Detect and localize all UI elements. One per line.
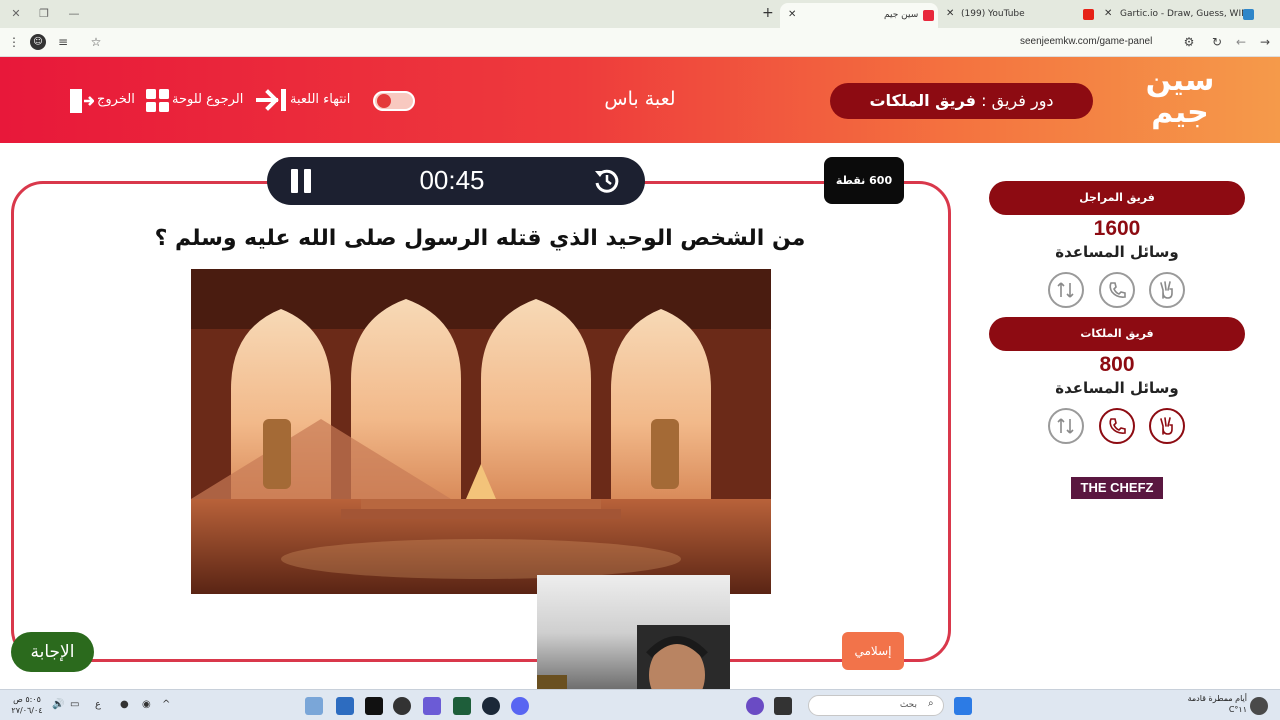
back-icon[interactable]: → <box>1257 34 1273 50</box>
phone-icon[interactable] <box>1099 272 1135 308</box>
taskbar-clock[interactable]: ٥:٠٥ ص ٢٧/٠٦/٠٤ <box>10 694 44 716</box>
weather-icon <box>1250 697 1268 715</box>
back-to-board-button[interactable]: الرجوع للوحة <box>172 85 243 115</box>
reading-list-icon[interactable]: ≡ <box>55 34 71 50</box>
category-badge: إسلامي <box>842 632 904 670</box>
steam-icon[interactable] <box>482 697 500 715</box>
windows-taskbar: ٥:٠٥ ص ٢٧/٠٦/٠٤ 🔊 ▭ ع ● ◉ ^ بحث ⌕ أيام م… <box>0 689 1280 720</box>
arrow-into-bar-icon[interactable] <box>256 89 286 111</box>
app-icon[interactable] <box>774 697 792 715</box>
terminal-icon[interactable] <box>453 697 471 715</box>
sponsor-logo: THE CHEFZ <box>1071 477 1163 499</box>
peace-hand-icon[interactable] <box>1149 408 1185 444</box>
menu-dots-icon[interactable]: ⋮ <box>6 34 22 50</box>
team-name-almarajel: فريق المراجل <box>989 181 1245 215</box>
weather-widget[interactable]: أيام ممطرة قادمة ١١°C <box>1185 693 1247 715</box>
reset-timer-icon[interactable] <box>593 167 621 195</box>
end-game-label[interactable]: انتهاء اللعبة <box>290 85 350 115</box>
windows-start-icon[interactable] <box>954 697 972 715</box>
security-icon[interactable]: ◉ <box>142 699 151 710</box>
team-name-almalakat: فريق الملكات <box>989 317 1245 351</box>
seen-jeem-logo: سين جيم <box>1145 63 1215 130</box>
chevron-up-icon[interactable]: ^ <box>162 699 170 710</box>
game-name: لعبة باس <box>604 88 676 110</box>
team-score: 1600 <box>1093 217 1141 240</box>
new-tab-icon[interactable]: + <box>762 5 774 21</box>
search-icon: ⌕ <box>928 698 934 709</box>
pause-icon[interactable] <box>291 169 311 193</box>
site-settings-icon[interactable]: ⚙ <box>1181 34 1197 50</box>
speaker-icon[interactable]: 🔊 <box>52 699 64 710</box>
two-answers-icon[interactable] <box>1048 408 1084 444</box>
language-indicator[interactable]: ع <box>95 699 101 710</box>
timer-bar: 00:45 <box>267 157 645 205</box>
reload-icon[interactable]: ↻ <box>1209 34 1225 50</box>
browser-tab-bar: ✕ ❐ — ✕ Gartic.io - Draw, Guess, WIN ✕ (… <box>0 0 1280 28</box>
notepad-icon[interactable] <box>336 697 354 715</box>
network-icon[interactable]: ▭ <box>70 699 79 710</box>
discord-icon[interactable] <box>511 697 529 715</box>
timer-value: 00:45 <box>419 165 485 195</box>
end-game-toggle[interactable] <box>373 91 415 111</box>
question-text: من الشخص الوحيد الذي قتله الرسول صلى الل… <box>154 226 806 251</box>
address-bar: ⋮ ☺ ≡ ☆ seenjeemkw.com/game-panel ⚙ ↻ ← … <box>0 28 1280 57</box>
close-tab-icon[interactable]: ✕ <box>946 3 954 25</box>
tab-gartic[interactable]: ✕ Gartic.io - Draw, Guess, WIN <box>1104 3 1254 25</box>
url-text[interactable]: seenjeemkw.com/game-panel <box>1020 36 1152 47</box>
close-tab-icon[interactable]: ✕ <box>788 4 796 26</box>
game-header: سين جيم دور فريق : فريق الملكات لعبة باس… <box>0 57 1280 143</box>
help-aids-label: وسائل المساعدة <box>1055 379 1179 397</box>
minimize-window-icon[interactable]: — <box>66 6 82 22</box>
forward-icon[interactable]: ← <box>1233 34 1249 50</box>
team-turn-indicator: دور فريق : فريق الملكات <box>830 83 1093 119</box>
microphone-icon[interactable]: ● <box>120 699 129 710</box>
exit-door-icon[interactable] <box>68 87 94 115</box>
exit-button[interactable]: الخروج <box>97 85 135 115</box>
toggle-knob <box>377 94 391 108</box>
team-score: 800 <box>1099 353 1135 376</box>
mosque-arches-illustration <box>191 269 771 594</box>
two-answers-icon[interactable] <box>1048 272 1084 308</box>
points-badge: 600 نقطة <box>824 157 904 204</box>
tab-seen-jeem[interactable]: ✕ سين جيم <box>780 3 938 28</box>
peace-hand-icon[interactable] <box>1149 272 1185 308</box>
phone-icon[interactable] <box>1099 408 1135 444</box>
profile-avatar-icon[interactable]: ☺ <box>30 34 46 50</box>
gartic-favicon-icon <box>1243 9 1254 20</box>
seen-jeem-favicon-icon <box>923 10 934 21</box>
bookmark-star-icon[interactable]: ☆ <box>88 34 104 50</box>
restore-window-icon[interactable]: ❐ <box>36 6 52 22</box>
tab-youtube[interactable]: ✕ (199) YouTube <box>946 3 1096 25</box>
capcut-icon[interactable] <box>365 697 383 715</box>
taskbar-search[interactable]: بحث <box>808 695 944 716</box>
app-icon[interactable] <box>746 697 764 715</box>
close-tab-icon[interactable]: ✕ <box>1104 3 1112 25</box>
teams-icon[interactable] <box>423 697 441 715</box>
help-aids-label: وسائل المساعدة <box>1055 243 1179 261</box>
close-window-icon[interactable]: ✕ <box>8 6 24 22</box>
grid-board-icon[interactable] <box>146 89 170 113</box>
app-icon[interactable] <box>305 697 323 715</box>
show-answer-button[interactable]: الإجابة <box>11 632 94 672</box>
obs-icon[interactable] <box>393 697 411 715</box>
question-image <box>191 269 771 594</box>
youtube-favicon-icon <box>1083 9 1094 20</box>
